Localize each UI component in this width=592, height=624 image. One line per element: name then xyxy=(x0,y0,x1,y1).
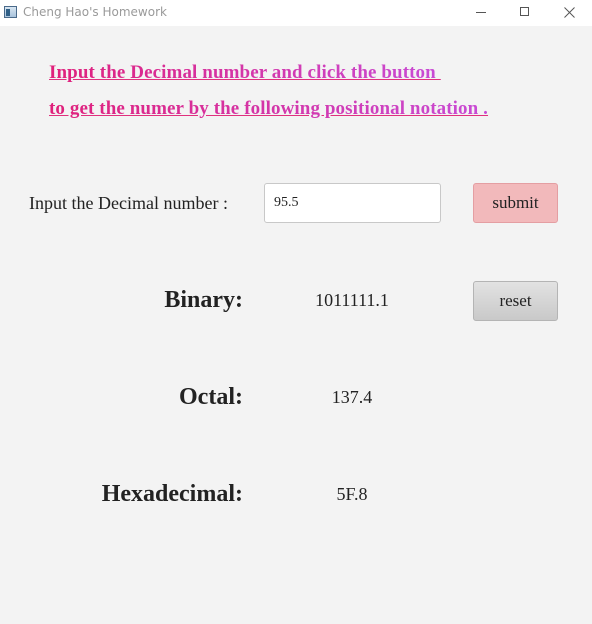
decimal-input-label: Input the Decimal number : xyxy=(29,193,228,213)
minimize-button[interactable] xyxy=(458,0,504,26)
instruction-line-2: to get the numer by the following positi… xyxy=(49,98,489,119)
binary-value: 1011111.1 xyxy=(315,290,389,310)
submit-button[interactable]: submit xyxy=(473,183,558,223)
close-button[interactable] xyxy=(546,0,592,26)
maximize-button[interactable] xyxy=(502,0,548,26)
maximize-icon xyxy=(520,7,529,16)
title-bar: Cheng Hao's Homework xyxy=(0,0,592,26)
hexadecimal-label: Hexadecimal: xyxy=(101,481,243,507)
close-icon xyxy=(564,7,575,18)
reset-button[interactable]: reset xyxy=(473,281,558,321)
decimal-input[interactable] xyxy=(264,183,441,223)
octal-value: 137.4 xyxy=(331,387,373,407)
binary-label: Binary: xyxy=(164,287,243,313)
instruction-line-1: Input the Decimal number and click the b… xyxy=(49,62,441,83)
hexadecimal-value: 5F.8 xyxy=(336,484,368,504)
window-title: Cheng Hao's Homework xyxy=(23,5,167,19)
app-icon xyxy=(4,6,17,18)
minimize-icon xyxy=(476,12,486,13)
octal-label: Octal: xyxy=(179,384,243,410)
